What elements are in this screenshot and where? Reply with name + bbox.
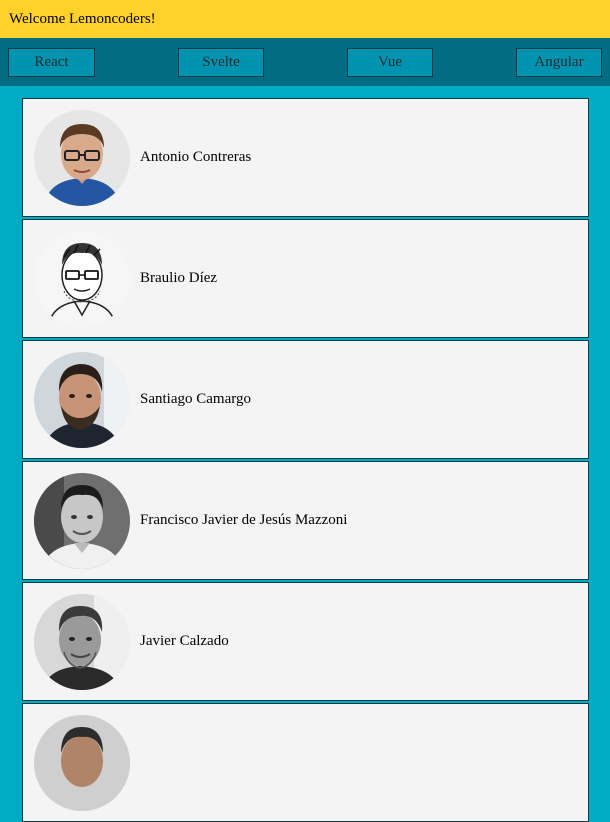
member-name: Francisco Javier de Jesús Mazzoni [140, 512, 348, 528]
member-card[interactable]: Antonio Contreras [22, 98, 589, 217]
member-name: Braulio Díez [140, 270, 218, 286]
member-card[interactable] [22, 703, 589, 822]
svelte-button[interactable]: Svelte [178, 47, 264, 77]
member-card[interactable]: Santiago Camargo [22, 340, 589, 459]
member-card[interactable]: Javier Calzado [22, 582, 589, 701]
member-avatar [34, 593, 130, 690]
member-avatar [34, 714, 130, 811]
welcome-header: Welcome Lemoncoders! [0, 0, 610, 38]
member-card[interactable]: Francisco Javier de Jesús Mazzoni [22, 461, 589, 580]
vue-button[interactable]: Vue [347, 47, 433, 77]
angular-button[interactable]: Angular [516, 47, 602, 77]
react-button[interactable]: React [8, 47, 95, 77]
member-avatar [34, 472, 130, 569]
welcome-text: Welcome Lemoncoders! [9, 10, 156, 27]
member-avatar [34, 351, 130, 448]
member-name: Santiago Camargo [140, 391, 251, 407]
member-card[interactable]: Braulio Díez [22, 219, 589, 338]
member-name: Javier Calzado [140, 633, 229, 649]
framework-nav: React Svelte Vue Angular [0, 38, 610, 86]
member-avatar [34, 109, 130, 206]
member-avatar [34, 230, 130, 327]
member-list: Antonio Contreras Braulio Díez Santiago … [0, 86, 610, 822]
member-name: Antonio Contreras [140, 149, 252, 165]
